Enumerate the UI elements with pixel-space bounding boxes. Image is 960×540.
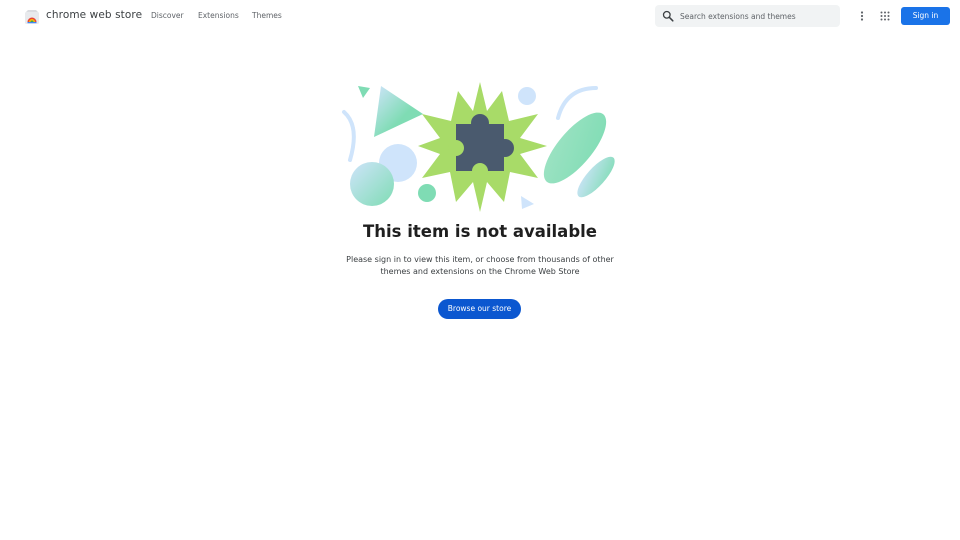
nav-themes[interactable]: Themes: [252, 11, 282, 20]
search-input[interactable]: [680, 8, 830, 24]
more-vert-icon[interactable]: [855, 9, 869, 23]
page-description: Please sign in to view this item, or cho…: [346, 255, 614, 276]
sign-in-button[interactable]: Sign in: [901, 7, 950, 25]
browse-store-button[interactable]: Browse our store: [438, 299, 521, 319]
page-title: This item is not available: [363, 222, 597, 241]
brand-name[interactable]: chrome web store: [46, 9, 142, 21]
search-icon[interactable]: [662, 10, 674, 22]
nav-discover[interactable]: Discover: [151, 11, 184, 20]
apps-grid-icon[interactable]: [878, 9, 892, 23]
nav-extensions[interactable]: Extensions: [198, 11, 239, 20]
puzzle-piece-illustration: [342, 82, 615, 212]
chrome-web-store-logo-icon[interactable]: [24, 9, 40, 25]
top-bar: chrome web store Discover Extensions The…: [0, 0, 960, 32]
search-box[interactable]: [655, 5, 840, 27]
